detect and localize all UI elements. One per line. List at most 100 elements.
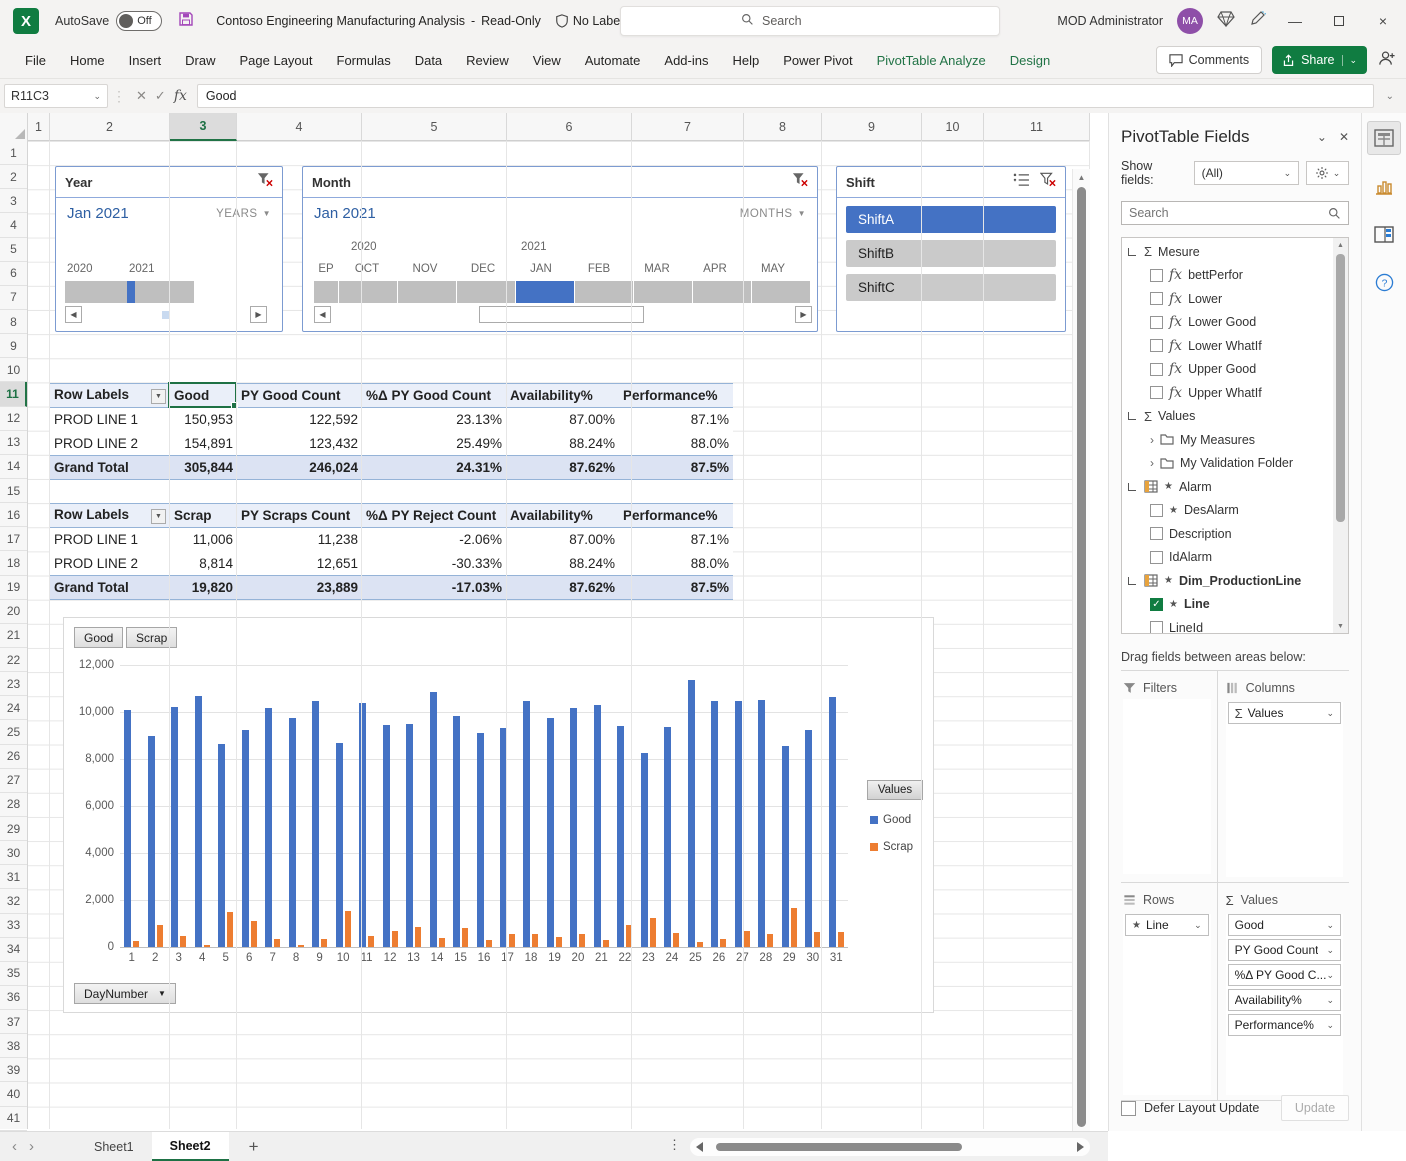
horizontal-scrollbar[interactable] <box>690 1138 1090 1156</box>
column-header-2[interactable]: 2 <box>50 113 170 141</box>
row-header-25[interactable]: 25 <box>0 720 27 744</box>
gem-icon[interactable] <box>1217 11 1235 32</box>
ribbon-tab-help[interactable]: Help <box>721 46 770 75</box>
scrap-bar[interactable] <box>579 934 585 947</box>
scrap-bar[interactable] <box>486 940 492 947</box>
bar-group-day-21[interactable] <box>590 665 613 947</box>
month-segment-NOV[interactable] <box>398 281 456 303</box>
row-header-39[interactable]: 39 <box>0 1058 27 1082</box>
bar-group-day-22[interactable] <box>613 665 636 947</box>
column-header-cell[interactable]: Availability% <box>506 384 619 408</box>
scrap-bar[interactable] <box>439 938 445 947</box>
scrap-bar[interactable] <box>133 941 139 947</box>
chart-pane-icon[interactable] <box>1367 169 1401 203</box>
sheet-nav-right-icon[interactable]: › <box>29 1138 46 1155</box>
field-values[interactable]: ΣValues <box>1122 405 1332 429</box>
chevron-down-icon[interactable]: ⌄ <box>1326 945 1334 956</box>
value-cell[interactable]: -30.33% <box>362 552 506 576</box>
bar-group-day-3[interactable] <box>167 665 190 947</box>
column-header-cell[interactable]: Availability% <box>506 504 619 528</box>
ribbon-tab-automate[interactable]: Automate <box>574 46 652 75</box>
excel-logo-icon[interactable]: X <box>13 8 39 34</box>
minimize-button[interactable]: — <box>1280 6 1310 36</box>
bar-group-day-24[interactable] <box>660 665 683 947</box>
scrap-bar[interactable] <box>814 932 820 947</box>
column-header-11[interactable]: 11 <box>984 113 1090 141</box>
column-header-4[interactable]: 4 <box>237 113 362 141</box>
value-cell[interactable]: 150,953 <box>170 408 237 432</box>
comments-button[interactable]: Comments <box>1156 46 1262 74</box>
row-header-33[interactable]: 33 <box>0 914 27 938</box>
bar-group-day-17[interactable] <box>496 665 519 947</box>
row-header-12[interactable]: 12 <box>0 407 27 431</box>
fields-pane-icon[interactable] <box>1367 121 1401 155</box>
good-bar[interactable] <box>242 730 249 947</box>
scrap-bar[interactable] <box>204 945 210 947</box>
row-header-31[interactable]: 31 <box>0 865 27 889</box>
column-header-cell[interactable]: Row Labels▼ <box>50 384 170 408</box>
scrollbar-thumb[interactable] <box>1077 187 1086 1127</box>
good-bar[interactable] <box>171 707 178 947</box>
column-header-3[interactable]: 3 <box>170 113 237 141</box>
row-label-cell[interactable]: PROD LINE 2 <box>50 552 170 576</box>
good-bar[interactable] <box>218 744 225 947</box>
good-bar[interactable] <box>594 705 601 947</box>
scroll-left-button[interactable]: ◀ <box>314 306 331 323</box>
name-box[interactable]: R11C3 ⌄ <box>4 84 108 108</box>
bar-group-day-5[interactable] <box>214 665 237 947</box>
chevron-down-icon[interactable]: ⌄ <box>1326 995 1334 1006</box>
checkbox[interactable] <box>1150 386 1163 399</box>
field-list[interactable]: ΣMesurefxbettPerforfxLowerfxLower Goodfx… <box>1121 237 1349 634</box>
pen-icon[interactable] <box>1249 10 1266 32</box>
row-header-8[interactable]: 8 <box>0 310 27 334</box>
timeline-segment-selected[interactable] <box>127 281 135 303</box>
value-cell[interactable]: 24.31% <box>362 456 506 480</box>
year-level-dropdown[interactable]: YEARS▼ <box>216 208 271 220</box>
bar-group-day-2[interactable] <box>143 665 166 947</box>
row-label-cell[interactable]: PROD LINE 1 <box>50 528 170 552</box>
chart-axis-field-button[interactable]: DayNumber▼ <box>74 983 176 1004</box>
ribbon-tab-data[interactable]: Data <box>404 46 453 75</box>
scrap-bar[interactable] <box>274 939 280 947</box>
value-cell[interactable]: 87.5% <box>619 576 733 600</box>
value-cell[interactable]: 87.62% <box>506 456 619 480</box>
checkbox[interactable] <box>1150 269 1163 282</box>
good-bar[interactable] <box>735 701 742 947</box>
row-label-cell[interactable]: Grand Total <box>50 576 170 600</box>
save-icon[interactable] <box>178 11 194 32</box>
field-line[interactable]: ✓★Line <box>1122 593 1332 617</box>
ribbon-tab-pivottable-analyze[interactable]: PivotTable Analyze <box>866 46 997 75</box>
row-header-13[interactable]: 13 <box>0 431 27 455</box>
collapse-icon[interactable] <box>1128 577 1136 585</box>
month-segment-EP[interactable] <box>314 281 338 303</box>
bar-group-day-10[interactable] <box>331 665 354 947</box>
row-header-28[interactable]: 28 <box>0 793 27 817</box>
good-bar[interactable] <box>453 716 460 947</box>
value-cell[interactable]: 12,651 <box>237 552 362 576</box>
sheet-nav-left-icon[interactable]: ‹ <box>0 1138 29 1155</box>
scrap-bar[interactable] <box>509 934 515 947</box>
chart-legend-button[interactable]: Values <box>867 780 923 800</box>
good-bar[interactable] <box>406 724 413 947</box>
row-header-7[interactable]: 7 <box>0 286 27 310</box>
field-list-scrollbar[interactable]: ▲ ▼ <box>1333 238 1348 633</box>
scrap-bar[interactable] <box>368 936 374 947</box>
row-header-10[interactable]: 10 <box>0 358 27 382</box>
column-header-cell[interactable]: Performance% <box>619 504 733 528</box>
column-header-8[interactable]: 8 <box>744 113 822 141</box>
value-cell[interactable]: 88.0% <box>619 552 733 576</box>
checkbox[interactable] <box>1150 504 1163 517</box>
scrap-bar[interactable] <box>673 933 679 947</box>
share-button[interactable]: Share ⌄ <box>1272 46 1367 74</box>
field-chip-good[interactable]: Good⌄ <box>1228 914 1341 936</box>
shift-item-shifta[interactable]: ShiftA <box>846 206 1056 233</box>
good-bar[interactable] <box>805 730 812 947</box>
fields-search-field[interactable] <box>1129 206 1309 220</box>
row-header-21[interactable]: 21 <box>0 624 27 648</box>
maximize-button[interactable] <box>1324 6 1354 36</box>
ribbon-tab-file[interactable]: File <box>14 46 57 75</box>
rows-area[interactable]: Rows ★Line⌄ <box>1121 883 1218 1101</box>
column-header-6[interactable]: 6 <box>507 113 632 141</box>
column-header-cell[interactable]: PY Good Count <box>237 384 362 408</box>
value-cell[interactable]: -17.03% <box>362 576 506 600</box>
